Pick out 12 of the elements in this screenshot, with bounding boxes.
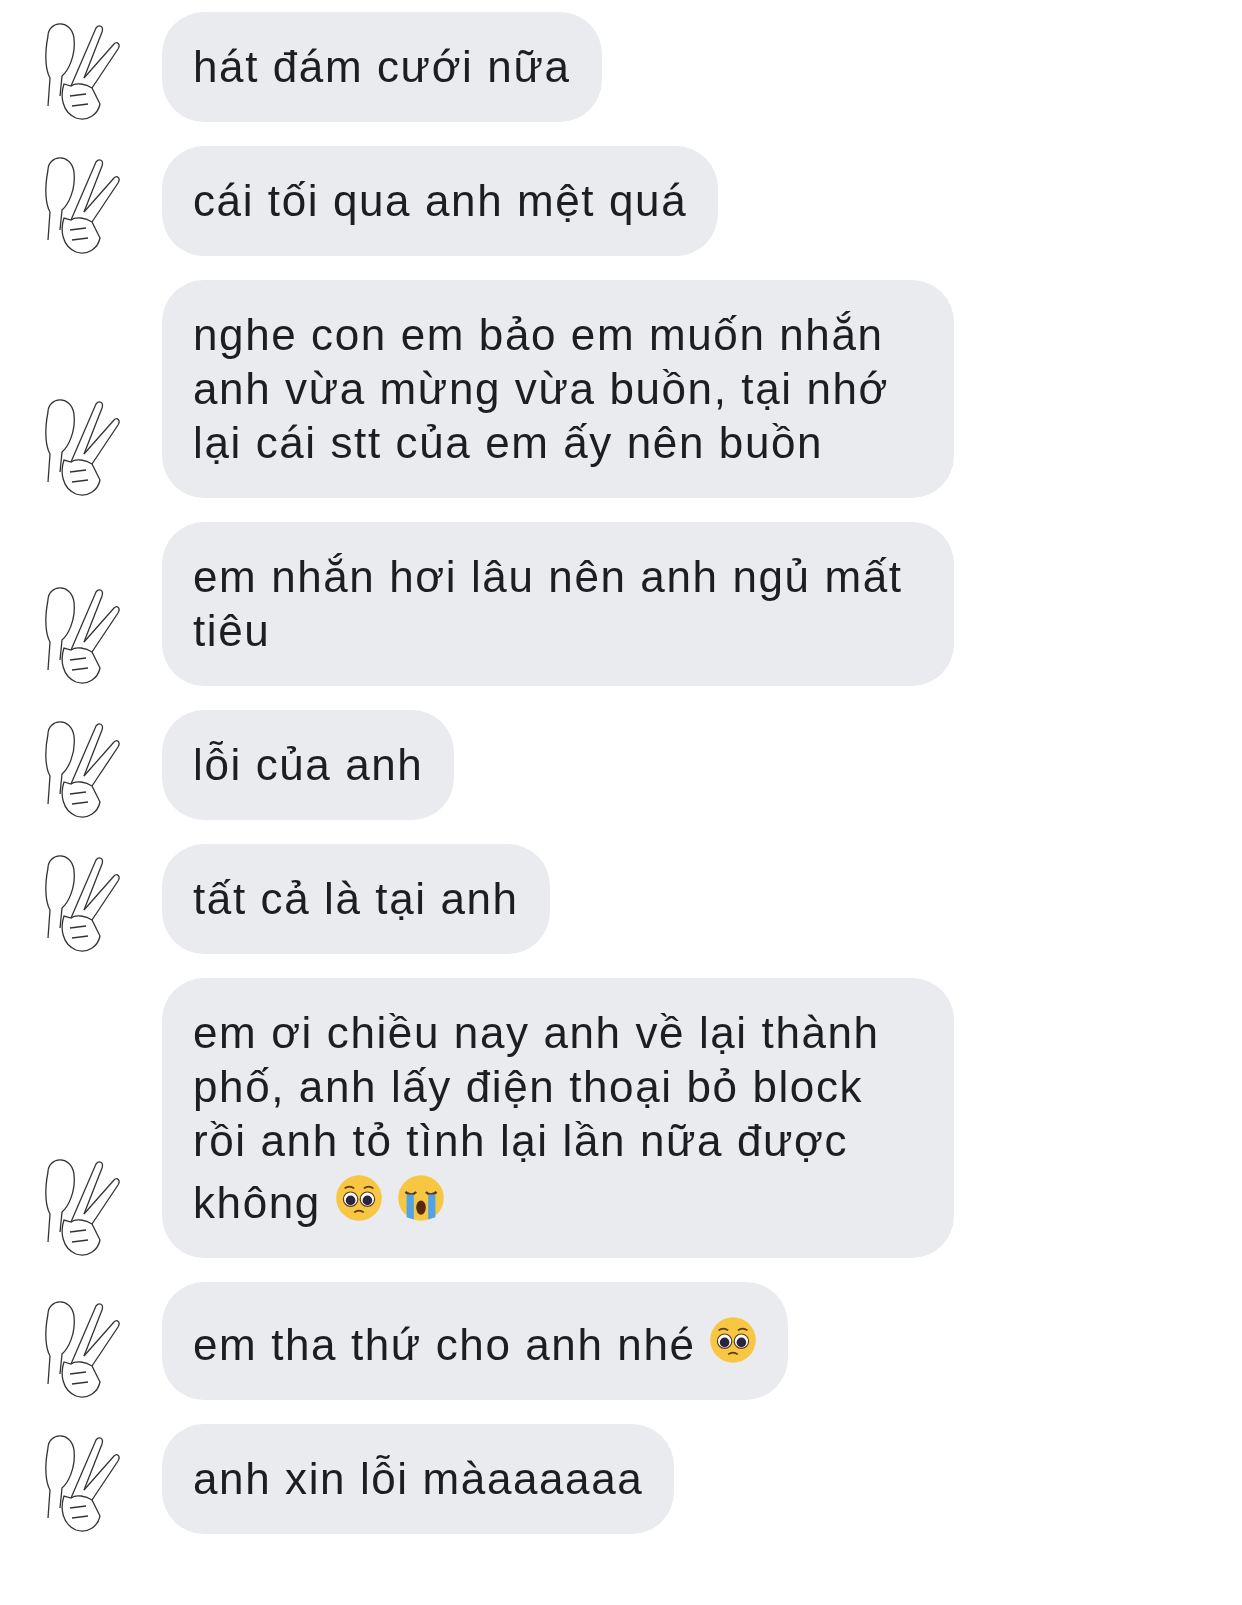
- message-bubble: nghe con em bảo em muốn nhắn anh vừa mừng vừa buồn, tại nhớ lại cái stt của em ấy nên buồn: [162, 280, 954, 498]
- crying-face-icon: [396, 1174, 445, 1222]
- message-bubble: em nhắn hơi lâu nên anh ngủ mất tiêu: [162, 522, 954, 686]
- message-bubble: lỗi của anh: [162, 710, 455, 820]
- message-bubble: tất cả là tại anh: [162, 844, 550, 954]
- message-bubble: anh xin lỗi màaaaaaa: [162, 1424, 675, 1534]
- message-bubble: em ơi chiều nay anh về lại thành phố, anh lấy điện thoại bỏ block rồi anh tỏ tình lại lần nữa được không: [162, 978, 954, 1258]
- message-bubble: hát đám cưới nữa: [162, 12, 602, 122]
- message-bubble: em tha thứ cho anh nhé: [162, 1282, 789, 1400]
- pleading-face-icon: [709, 1316, 758, 1364]
- message-bubble: cái tối qua anh mệt quá: [162, 146, 719, 256]
- pleading-face-icon: [334, 1174, 383, 1222]
